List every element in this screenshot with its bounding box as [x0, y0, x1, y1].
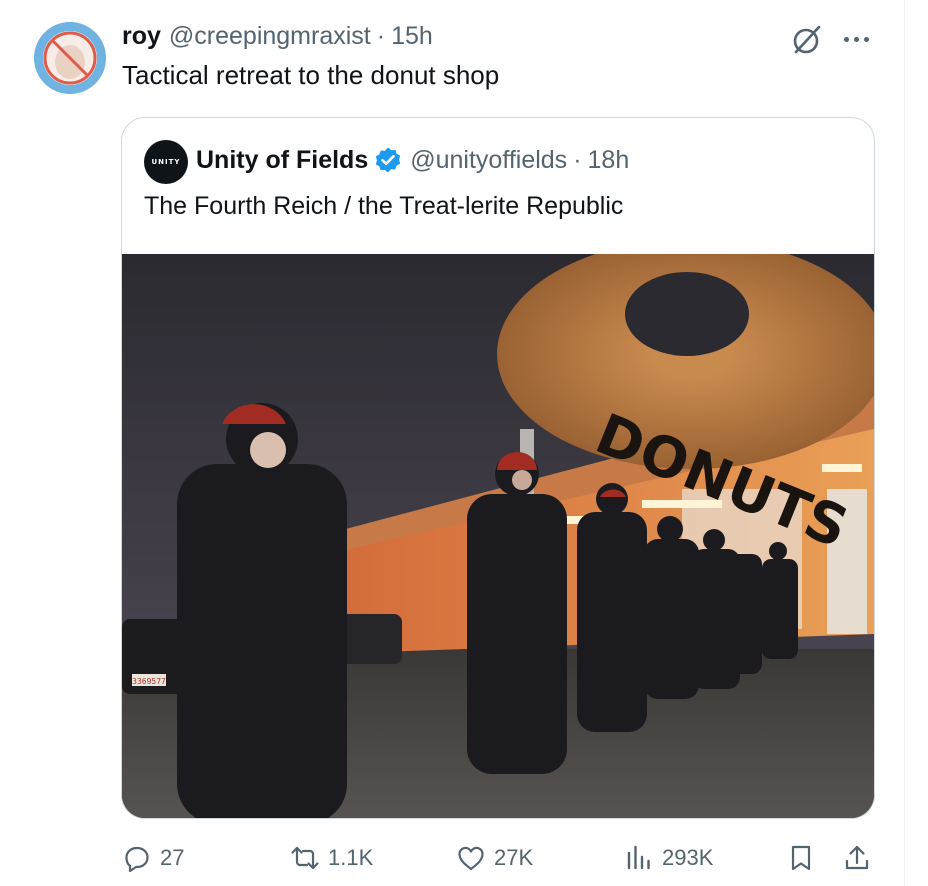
repost-count: 1.1K — [328, 845, 374, 870]
avatar[interactable] — [34, 22, 106, 94]
reply-button[interactable]: 27 — [122, 838, 184, 878]
tweet-actions: 27 1.1K 27K 293K — [0, 838, 928, 878]
quoted-tweet-text: The Fourth Reich / the Treat-lerite Repu… — [144, 192, 624, 220]
views-icon — [627, 845, 650, 870]
license-plate-text: 3369577 — [132, 677, 166, 686]
quoted-avatar-logo: UNITY — [151, 158, 181, 166]
reply-count: 27 — [160, 845, 185, 870]
views-button[interactable]: 293K — [624, 838, 713, 878]
quoted-tweet[interactable]: UNITY Unity of Fields @unityoffields · 1… — [121, 117, 875, 819]
reply-icon — [125, 846, 149, 873]
author-handle[interactable]: @creepingmraxist — [169, 22, 371, 51]
bookmark-icon — [791, 845, 811, 871]
grok-icon[interactable] — [789, 22, 825, 58]
share-button[interactable] — [842, 838, 872, 878]
like-button[interactable]: 27K — [456, 838, 533, 878]
like-count: 27K — [494, 845, 534, 870]
tweet-text: Tactical retreat to the donut shop — [122, 60, 500, 90]
quoted-avatar[interactable]: UNITY — [144, 140, 188, 184]
quoted-tweet-photo[interactable]: DONUTS 3369577 — [122, 254, 874, 818]
quoted-timestamp[interactable]: 18h — [588, 146, 630, 175]
more-icon[interactable] — [838, 24, 874, 54]
repost-icon — [291, 846, 319, 870]
tweet-timestamp[interactable]: 15h — [391, 22, 433, 51]
quoted-separator-dot: · — [573, 145, 582, 174]
bookmark-button[interactable] — [786, 838, 816, 878]
tweet-header: roy @creepingmraxist · 15h — [122, 22, 433, 56]
share-icon — [845, 845, 869, 870]
repost-button[interactable]: 1.1K — [290, 838, 373, 878]
views-count: 293K — [662, 845, 714, 870]
avatar-image — [34, 22, 106, 94]
like-icon — [458, 846, 484, 871]
quoted-author-name[interactable]: Unity of Fields — [196, 146, 368, 175]
column-divider — [904, 0, 905, 886]
author-name[interactable]: roy — [122, 22, 161, 51]
quoted-header: Unity of Fields @unityoffields · 18h — [196, 142, 629, 178]
verified-icon — [376, 147, 401, 173]
quoted-author-handle[interactable]: @unityoffields — [410, 146, 567, 175]
separator-dot: · — [376, 22, 386, 50]
